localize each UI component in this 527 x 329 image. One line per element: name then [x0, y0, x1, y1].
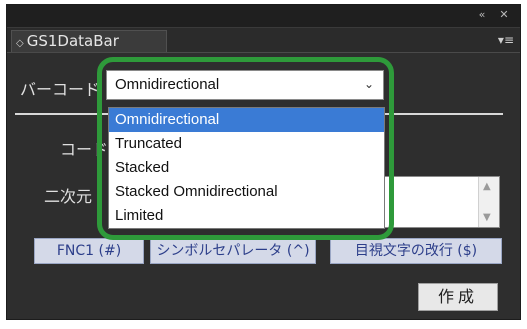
fnc1-button[interactable]: FNC1 (#) — [34, 238, 144, 264]
dropdown-option-truncated[interactable]: Truncated — [109, 132, 384, 156]
gs1-databar-panel: « ✕ ◇ GS1DataBar ▾≡ バーコード Omnidirectional… — [0, 0, 527, 329]
collapse-icon[interactable]: « — [474, 8, 490, 22]
symbol-separator-button[interactable]: シンボルセパレータ (^) — [150, 238, 316, 264]
tab-gs1databar[interactable]: ◇ GS1DataBar — [11, 30, 167, 52]
textarea-scrollbar[interactable]: ▲ ▼ — [478, 177, 499, 227]
dropdown-option-limited[interactable]: Limited — [109, 204, 384, 228]
tab-row: ◇ GS1DataBar ▾≡ — [7, 28, 520, 53]
tab-label: GS1DataBar — [26, 32, 119, 50]
panel-menu-icon[interactable]: ▾≡ — [498, 33, 514, 47]
dropdown-option-stacked-omnidirectional[interactable]: Stacked Omnidirectional — [109, 180, 384, 204]
panel-titlebar: « ✕ — [7, 5, 520, 28]
chevron-down-icon: ⌄ — [363, 77, 374, 91]
visual-text-break-button[interactable]: 目視文字の改行 ($) — [330, 238, 502, 264]
scroll-down-icon[interactable]: ▼ — [483, 212, 491, 223]
code-label: コード — [60, 140, 109, 159]
barcode-type-select[interactable]: Omnidirectional ⌄ — [106, 70, 384, 100]
twod-label: 二次元 — [44, 187, 93, 206]
tab-toggle-icon: ◇ — [16, 38, 24, 49]
barcode-type-value: Omnidirectional — [115, 76, 220, 93]
barcode-type-dropdown[interactable]: Omnidirectional Truncated Stacked Stacke… — [108, 107, 385, 229]
close-icon[interactable]: ✕ — [496, 8, 512, 22]
barcode-label: バーコード — [20, 80, 101, 99]
scroll-up-icon[interactable]: ▲ — [483, 181, 491, 192]
create-button[interactable]: 作成 — [418, 283, 498, 311]
dropdown-option-stacked[interactable]: Stacked — [109, 156, 384, 180]
dropdown-option-omnidirectional[interactable]: Omnidirectional — [109, 108, 384, 132]
